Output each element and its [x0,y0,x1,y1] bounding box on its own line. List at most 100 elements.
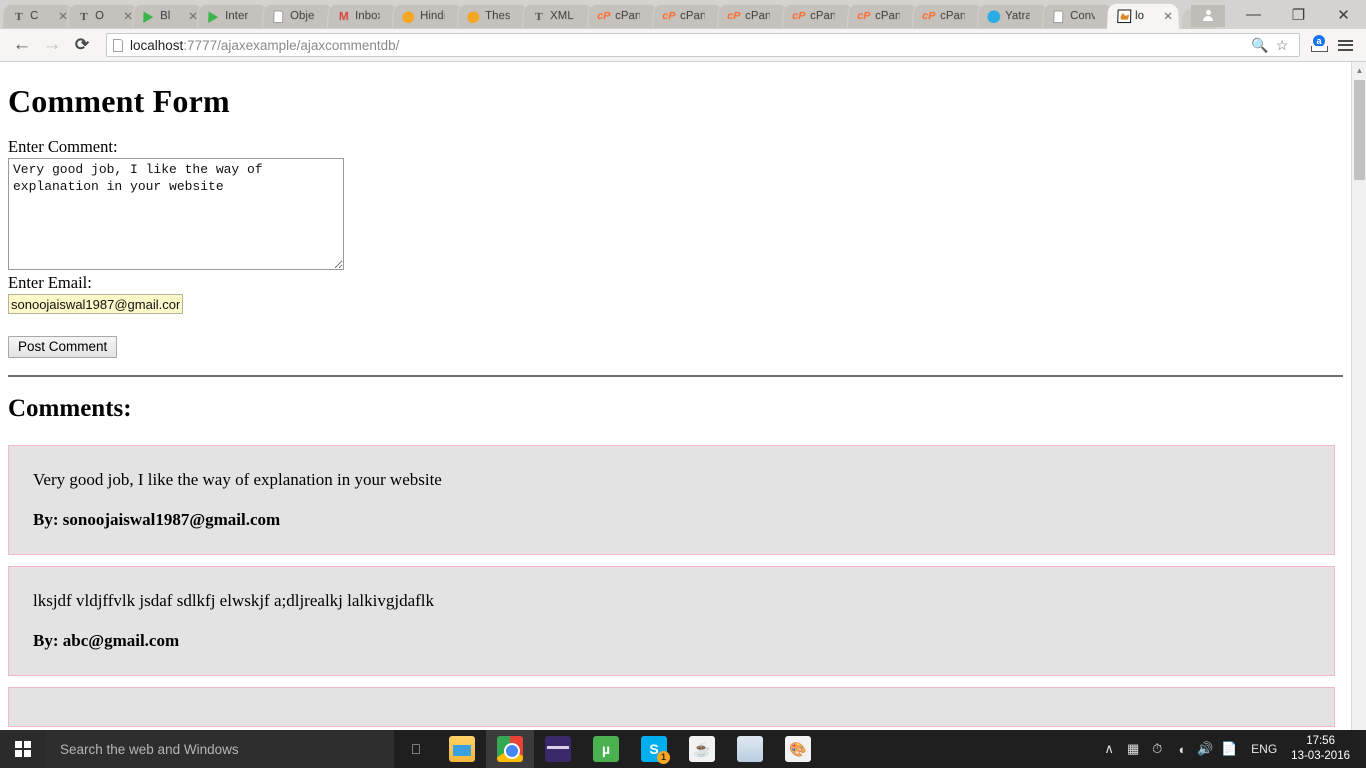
browser-tab-1[interactable]: T O ✕ [67,3,139,29]
browser-tab-label: Obje [290,10,315,23]
close-window-button[interactable]: ✕ [1321,0,1366,29]
volume-icon[interactable]: 🔊 [1193,730,1217,768]
task-view-icon[interactable]: ⎕ [394,730,438,768]
taskbar-app-file-explorer[interactable] [438,730,486,768]
taskbar-app-eclipse[interactable] [534,730,582,768]
google-chrome-icon [497,736,523,762]
page-info-icon[interactable] [113,38,123,52]
orange-dot-icon [401,9,416,24]
browser-tab-11[interactable]: cPcPane✕ [717,3,789,29]
page-viewport: Comment Form Enter Comment: Very good jo… [0,62,1366,730]
document-icon [271,9,286,24]
browser-tab-9[interactable]: cPcPane✕ [587,3,659,29]
profile-avatar-button[interactable] [1191,5,1225,27]
orange-dot-icon-glyph [402,10,415,23]
text-icon: T [11,9,26,24]
page-scrollbar[interactable]: ▲ [1351,62,1366,730]
taskbar-search-box[interactable]: Search the web and Windows [46,730,394,768]
browser-tab-2[interactable]: Bl ✕ [132,3,204,29]
orange-dot-icon [466,9,481,24]
ruler-glyph [1311,46,1328,52]
scroll-up-arrow-icon[interactable]: ▲ [1352,62,1366,78]
browser-tab-16[interactable]: Conv✕ [1042,3,1114,29]
java-icon: ☕ [689,736,715,762]
comment-text: lksjdf vldjffvlk jsdaf sdlkfj elwskjf a;… [33,591,435,610]
utorrent-icon: µ [593,736,619,762]
text-icon: T [531,9,546,24]
ruler-extension-icon[interactable]: a [1308,34,1330,56]
document-icon-glyph [1053,9,1064,23]
cpanel-icon-glyph: cP [662,9,676,22]
taskbar-app-utorrent[interactable]: µ [582,730,630,768]
taskbar-app-icons: µ S 1 ☕ 🎨 [438,730,822,768]
browser-tab-3[interactable]: Inter✕ [197,3,269,29]
section-divider [8,375,1343,377]
browser-tab-12[interactable]: cPcPane✕ [782,3,854,29]
taskbar-app-notepad[interactable] [726,730,774,768]
paint-icon: 🎨 [785,736,811,762]
hamburger-menu-icon[interactable] [1332,32,1358,58]
zoom-magnifier-icon[interactable]: 🔍 [1249,34,1271,56]
browser-tab-14[interactable]: cPcPane✕ [912,3,984,29]
text-icon-glyph: T [14,9,23,23]
email-input[interactable] [8,294,183,314]
reload-icon[interactable]: ⟳ [68,31,96,59]
browser-tab-label: These [485,10,510,23]
comment-text: Very good job, I like the way of explana… [33,470,442,489]
post-comment-button[interactable]: Post Comment [8,336,118,358]
cpanel-icon: cP [661,9,676,24]
browser-tab-10[interactable]: cPcPane✕ [652,3,724,29]
taskbar-app-skype[interactable]: S1 [630,730,678,768]
browser-tab-4[interactable]: Obje✕ [262,3,334,29]
browser-tab-label: Inbox [355,10,380,23]
tab-close-icon[interactable]: ✕ [1162,9,1175,23]
eclipse-icon [545,736,571,762]
cpanel-icon-glyph: cP [727,9,741,22]
comments-list: Very good job, I like the way of explana… [8,445,1343,727]
browser-tab-6[interactable]: Hindi✕ [392,3,464,29]
start-button[interactable] [0,730,46,768]
browser-tab-label: cPane [615,10,640,23]
browser-tab-label: XMLH [550,10,575,23]
browser-tab-label: C [30,10,39,23]
comment-item-partial [8,687,1335,727]
tray-chevron-icon[interactable]: ∧ [1097,730,1121,768]
browser-tab-5[interactable]: MInbox✕ [327,3,399,29]
browser-tab-0[interactable]: T C ✕ [2,3,74,29]
taskbar-app-paint[interactable]: 🎨 [774,730,822,768]
back-arrow-icon[interactable]: ← [8,31,36,59]
taskbar-search-placeholder: Search the web and Windows [60,741,239,757]
browser-tab-7[interactable]: These✕ [457,3,529,29]
browser-tab-label: cPane [875,10,900,23]
browser-tab-15[interactable]: Yatra✕ [977,3,1049,29]
scrollbar-thumb[interactable] [1354,80,1365,180]
web-page-content: Comment Form Enter Comment: Very good jo… [0,62,1351,730]
cpanel-icon-glyph: cP [792,9,806,22]
url-path: :7777/ajaxexample/ajaxcommentdb/ [183,37,400,53]
taskbar-app-java[interactable]: ☕ [678,730,726,768]
taskbar-app-google-chrome[interactable] [486,730,534,768]
browser-tab-8[interactable]: TXMLH✕ [522,3,594,29]
url-host: localhost [130,37,184,53]
notifications-icon[interactable]: 📄 [1217,730,1241,768]
text-icon-glyph: T [79,9,88,23]
forward-arrow-icon[interactable]: → [38,31,66,59]
window-caption-buttons: — ❐ ✕ [1191,0,1366,29]
tomcat-icon-glyph [1117,9,1132,23]
restore-button[interactable]: ❐ [1276,0,1321,29]
address-bar[interactable]: localhost:7777/ajaxexample/ajaxcommentdb… [106,33,1300,57]
orange-dot-icon-glyph [467,10,480,23]
display-icon[interactable]: ▦ [1121,730,1145,768]
clock[interactable]: 17:56 13-03-2016 [1287,734,1358,764]
browser-tab-13[interactable]: cPcPane✕ [847,3,919,29]
battery-warning-icon[interactable]: ⏱ [1145,730,1169,768]
comment-textarea[interactable]: Very good job, I like the way of explana… [8,158,344,270]
language-indicator[interactable]: ENG [1241,742,1287,756]
comments-heading: Comments: [8,395,132,422]
star-icon[interactable]: ☆ [1271,34,1293,56]
minimize-button[interactable]: — [1231,0,1276,29]
wifi-icon[interactable]: ◖ [1169,730,1193,768]
document-icon-glyph [273,9,284,23]
file-explorer-icon [449,736,475,762]
browser-tab-17[interactable]: lo ✕ [1107,3,1179,29]
